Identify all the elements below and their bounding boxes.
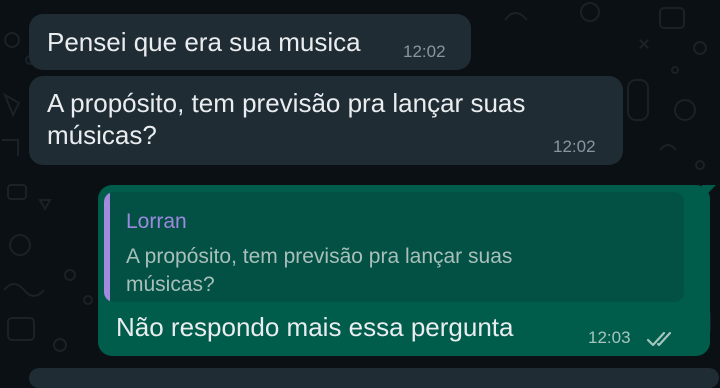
message-time: 12:02	[403, 42, 446, 61]
message-text: músicas?	[47, 120, 157, 150]
message-bubble-partial	[29, 368, 719, 388]
quoted-text: músicas?	[126, 273, 215, 296]
quoted-text: A propósito, tem previsão pra lançar sua…	[126, 245, 513, 268]
message-text: Não respondo mais essa pergunta	[116, 312, 514, 342]
message-bubble-incoming[interactable]: A propósito, tem previsão pra lançar sua…	[29, 76, 623, 165]
message-time: 12:03	[588, 328, 631, 347]
message-text: Pensei que era sua musica	[47, 27, 361, 57]
message-text: A propósito, tem previsão pra lançar sua…	[47, 88, 526, 118]
quoted-author: Lorran	[126, 210, 187, 233]
bubble-tail	[702, 185, 716, 199]
quoted-message[interactable]: Lorran A propósito, tem previsão pra lan…	[104, 192, 684, 302]
double-check-icon	[646, 331, 672, 347]
message-bubble-incoming[interactable]: Pensei que era sua musica 12:02	[29, 14, 471, 70]
quote-accent-bar	[104, 192, 110, 302]
message-time: 12:02	[553, 137, 596, 156]
message-bubble-outgoing[interactable]: Lorran A propósito, tem previsão pra lan…	[98, 185, 710, 356]
